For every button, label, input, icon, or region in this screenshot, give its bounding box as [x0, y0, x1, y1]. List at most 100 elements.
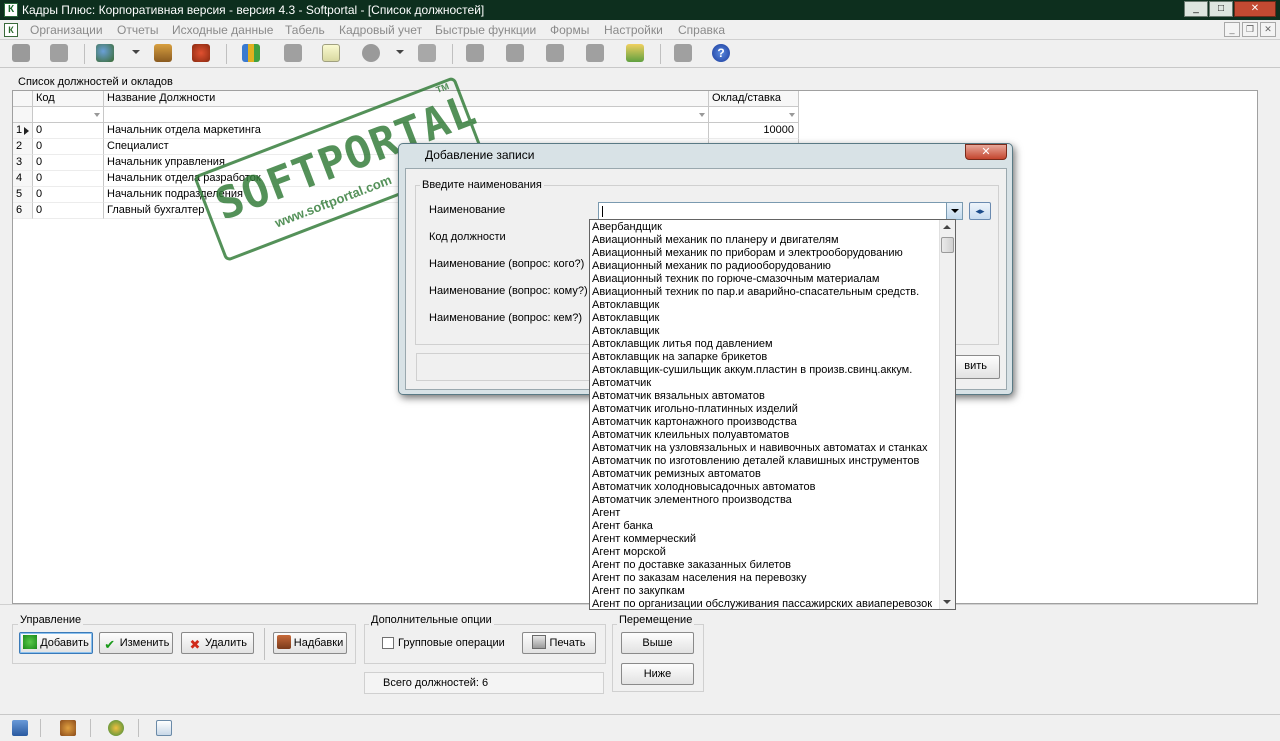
dropdown-item[interactable]: Агент	[592, 507, 620, 520]
cell-code[interactable]: 0	[33, 187, 104, 203]
scroll-thumb[interactable]	[941, 237, 954, 253]
menu-reports[interactable]: Отчеты	[117, 23, 158, 37]
maximize-button[interactable]: □	[1209, 1, 1233, 17]
menu-forms[interactable]: Формы	[550, 23, 589, 37]
menu-help[interactable]: Справка	[678, 23, 725, 37]
dialog-close-button[interactable]: ✕	[965, 144, 1007, 160]
filter-code[interactable]	[33, 107, 104, 123]
mdi-minimize-button[interactable]: _	[1224, 22, 1240, 37]
add-button[interactable]: Добавить	[19, 632, 93, 654]
move-down-button[interactable]: Ниже	[621, 663, 694, 685]
toolbar-new-icon[interactable]	[12, 44, 30, 62]
scroll-up-arrow-icon[interactable]	[943, 225, 951, 229]
menu-source-data[interactable]: Исходные данные	[172, 23, 273, 37]
mdi-doc-icon[interactable]: К	[4, 23, 18, 37]
dropdown-item[interactable]: Агент банка	[592, 520, 653, 533]
delete-button[interactable]: ✖ Удалить	[181, 632, 254, 654]
cell-code[interactable]: 0	[33, 203, 104, 219]
cell-salary[interactable]: 10000	[709, 123, 799, 139]
toolbar-doc-icon[interactable]	[284, 44, 302, 62]
mdi-close-button[interactable]: ✕	[1260, 22, 1276, 37]
dropdown-item[interactable]: Агент по доставке заказанных билетов	[592, 559, 791, 572]
minimize-button[interactable]: _	[1184, 1, 1208, 17]
toolbar-fire-extinguisher-icon[interactable]	[192, 44, 210, 62]
dropdown-item[interactable]: Автоклавщик-сушильщик аккум.пластин в пр…	[592, 364, 912, 377]
status-settings-icon[interactable]	[60, 720, 76, 736]
dropdown-item[interactable]: Автоматчик холодновысадочных автоматов	[592, 481, 815, 494]
dropdown-item[interactable]: Агент морской	[592, 546, 666, 559]
cell-code[interactable]: 0	[33, 155, 104, 171]
dropdown-item[interactable]: Агент по заказам населения на перевозку	[592, 572, 806, 585]
menu-settings[interactable]: Настройки	[604, 23, 663, 37]
dropdown-scrollbar[interactable]	[939, 220, 955, 609]
toolbar-open-icon[interactable]	[50, 44, 68, 62]
bonus-button[interactable]: Надбавки	[273, 632, 347, 654]
position-name-dropdown[interactable]: Авербандщик Авиационный механик по планер…	[589, 219, 956, 610]
cell-code[interactable]: 0	[33, 139, 104, 155]
cell-code[interactable]: 0	[33, 123, 104, 139]
toolbar-report-icon[interactable]	[466, 44, 484, 62]
scroll-down-arrow-icon[interactable]	[943, 600, 951, 604]
toolbar-key-icon[interactable]	[362, 44, 380, 62]
dropdown-item[interactable]: Автоматчик на узловязальных и навивочных…	[592, 442, 928, 455]
group-ops-checkbox[interactable]	[382, 637, 394, 649]
dropdown-item[interactable]: Агент по закупкам	[592, 585, 685, 598]
edit-button[interactable]: ✔ Изменить	[99, 632, 173, 654]
cell-code[interactable]: 0	[33, 171, 104, 187]
mdi-restore-button[interactable]: ❐	[1242, 22, 1258, 37]
dropdown-item[interactable]: Авербандщик	[592, 221, 662, 234]
toolbar-dropdown-arrow-icon[interactable]	[396, 50, 404, 54]
dropdown-item[interactable]: Автоматчик клеильных полуавтоматов	[592, 429, 789, 442]
combobox-dropdown-button[interactable]	[946, 203, 962, 219]
toolbar-cards-icon[interactable]	[418, 44, 436, 62]
name-combobox[interactable]	[598, 202, 963, 220]
menu-quick-functions[interactable]: Быстрые функции	[435, 23, 536, 37]
dropdown-item[interactable]: Авиационный техник по пар.и аварийно-спа…	[592, 286, 919, 299]
toolbar-window-icon[interactable]	[674, 44, 692, 62]
row-number: 5	[13, 187, 33, 203]
dropdown-item[interactable]: Автоматчик ремизных автоматов	[592, 468, 761, 481]
status-globe-icon[interactable]	[108, 720, 124, 736]
grid-header-salary[interactable]: Оклад/ставка	[709, 91, 799, 107]
toolbar-table-icon[interactable]	[506, 44, 524, 62]
dropdown-item[interactable]: Автоматчик вязальных автоматов	[592, 390, 765, 403]
dropdown-item[interactable]: Агент коммерческий	[592, 533, 696, 546]
toolbar-separator	[226, 44, 227, 64]
close-window-button[interactable]: ✕	[1234, 1, 1276, 17]
dropdown-item[interactable]: Автоклавщик на запарке брикетов	[592, 351, 767, 364]
dropdown-item[interactable]: Агент по организации обслуживания пассаж…	[592, 598, 932, 609]
print-button[interactable]: Печать	[522, 632, 596, 654]
dropdown-item[interactable]: Автоклавщик литья под давлением	[592, 338, 773, 351]
dropdown-item[interactable]: Автоматчик по изготовлению деталей клави…	[592, 455, 919, 468]
dropdown-item[interactable]: Автоматчик элементного производства	[592, 494, 792, 507]
toolbar-copy-icon[interactable]	[586, 44, 604, 62]
toolbar-separator	[84, 44, 85, 64]
move-up-button[interactable]: Выше	[621, 632, 694, 654]
toolbar-dropdown-arrow-icon[interactable]	[132, 50, 140, 54]
toolbar-note-icon[interactable]	[322, 44, 340, 62]
status-tools-icon[interactable]	[12, 720, 28, 736]
dropdown-item[interactable]: Авиационный механик по радиооборудованию	[592, 260, 831, 273]
menu-timesheet[interactable]: Табель	[285, 23, 325, 37]
toolbar-clipboard-icon[interactable]	[154, 44, 172, 62]
menu-organizations[interactable]: Организации	[30, 23, 103, 37]
dropdown-item[interactable]: Авиационный механик по приборам и электр…	[592, 247, 903, 260]
toolbar-person-icon[interactable]	[626, 44, 644, 62]
toolbar-help-icon[interactable]: ?	[712, 44, 730, 62]
swap-arrows-icon[interactable]: ◂▸	[969, 202, 991, 220]
toolbar-users-icon[interactable]	[96, 44, 114, 62]
dropdown-item[interactable]: Автоматчик игольно-платинных изделий	[592, 403, 798, 416]
dropdown-item[interactable]: Автоматчик картонажного производства	[592, 416, 797, 429]
filter-salary[interactable]	[709, 107, 799, 123]
dropdown-item[interactable]: Автоклавщик	[592, 312, 659, 325]
dropdown-item[interactable]: Авиационный механик по планеру и двигате…	[592, 234, 839, 247]
menu-hr[interactable]: Кадровый учет	[339, 23, 422, 37]
toolbar-list-icon[interactable]	[546, 44, 564, 62]
dropdown-item[interactable]: Авиационный техник по горюче-смазочным м…	[592, 273, 879, 286]
dropdown-item[interactable]: Автоклавщик	[592, 299, 659, 312]
grid-header-code[interactable]: Код	[33, 91, 104, 107]
status-document-icon[interactable]	[156, 720, 172, 736]
toolbar-chart-icon[interactable]	[242, 44, 260, 62]
dropdown-item[interactable]: Автоклавщик	[592, 325, 659, 338]
dropdown-item[interactable]: Автоматчик	[592, 377, 651, 390]
